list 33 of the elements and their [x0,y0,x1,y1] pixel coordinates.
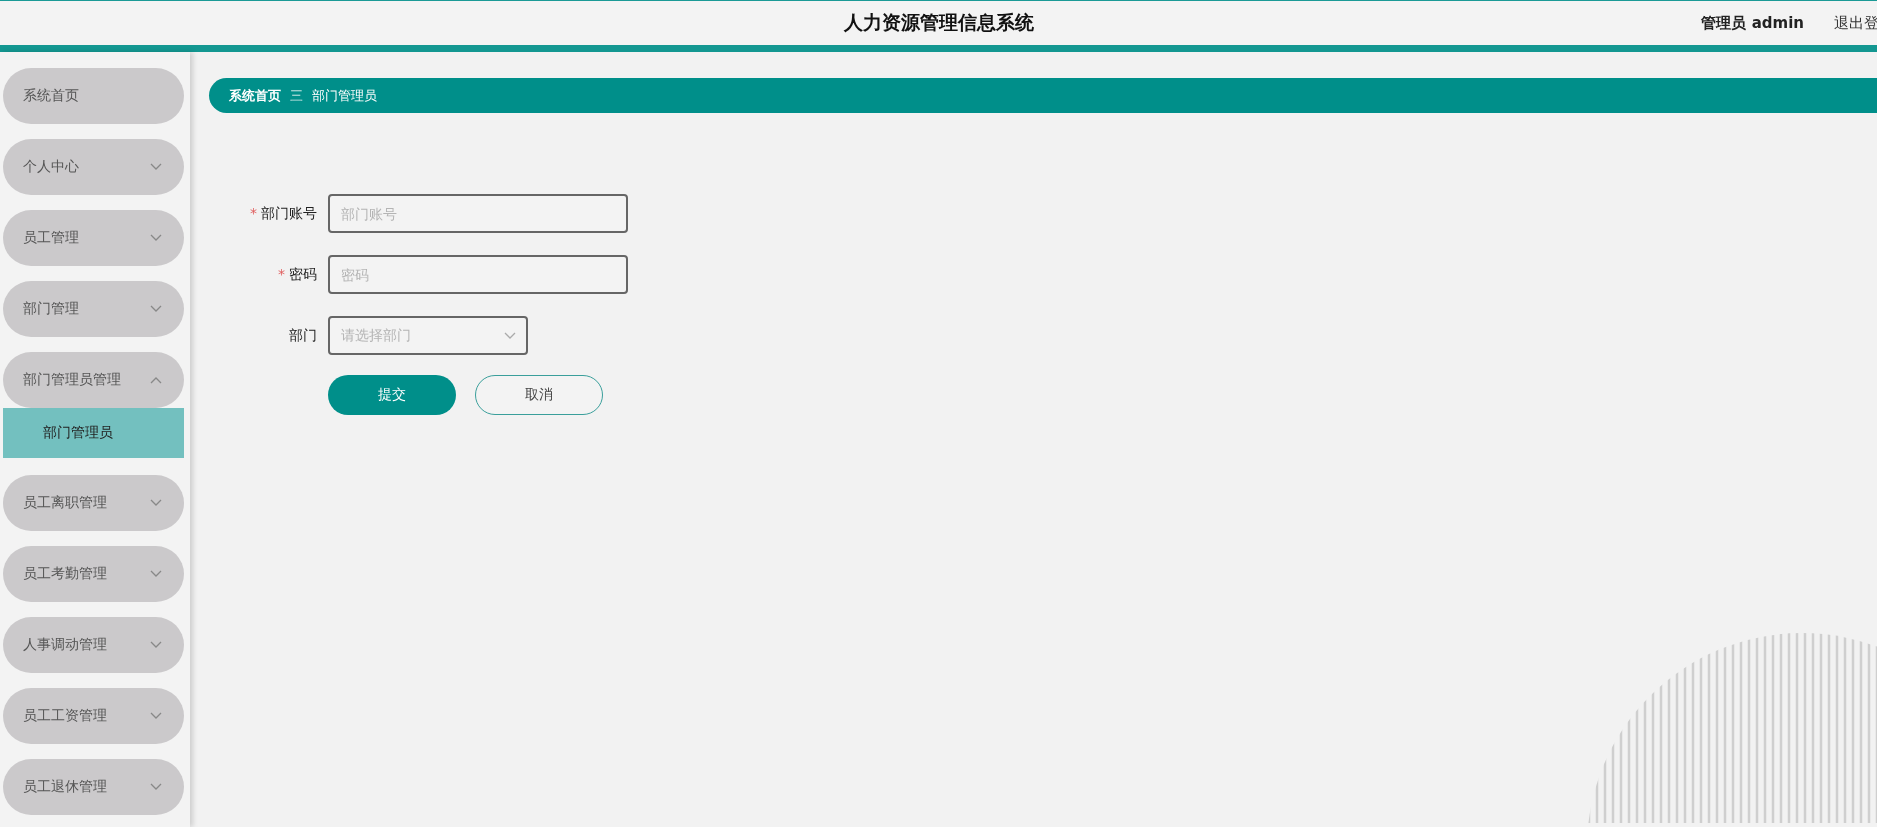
input-field[interactable]: 部门账号 [328,194,628,233]
field-label: * 部门账号 [249,204,318,223]
chevron-icon [150,163,162,171]
chevron-icon [150,234,162,242]
chevron-icon [150,376,162,384]
menu-item[interactable]: 部门管理员管理 [3,352,184,408]
menu-item[interactable]: 员工退休管理 [3,759,184,815]
submenu-item[interactable]: 部门管理员 [3,408,184,458]
chevron-icon [150,499,162,507]
field-label: * 密码 [277,265,318,284]
menu-item[interactable]: 员工工资管理 [3,688,184,744]
breadcrumb-link[interactable]: 部门管理员 [312,86,377,105]
breadcrumb-link[interactable]: 系统首页 [229,86,281,105]
menu-item[interactable]: 部门管理 [3,281,184,337]
menu-item[interactable]: 系统首页 [3,68,184,124]
input-field[interactable]: 密码 [328,255,628,294]
caret-icon [504,331,516,340]
menu-item[interactable]: 人事调动管理 [3,617,184,673]
chevron-icon [150,783,162,791]
chevron-icon [150,570,162,578]
field-label: 部门 [288,326,318,345]
chevron-icon [150,641,162,649]
menu-item[interactable]: 员工离职管理 [3,475,184,531]
cancel-button[interactable]: 取消 [475,375,603,415]
submit-button[interactable]: 提交 [328,375,456,415]
app-title: 人力资源管理信息系统 [843,10,1034,35]
menu-item[interactable]: 员工管理 [3,210,184,266]
menu-item[interactable]: 个人中心 [3,139,184,195]
breadcrumb-separator: 三 [290,86,303,105]
chevron-icon [150,712,162,720]
chevron-icon [150,305,162,313]
menu-item[interactable]: 员工考勤管理 [3,546,184,602]
user-name: 管理员 admin [1701,13,1804,33]
